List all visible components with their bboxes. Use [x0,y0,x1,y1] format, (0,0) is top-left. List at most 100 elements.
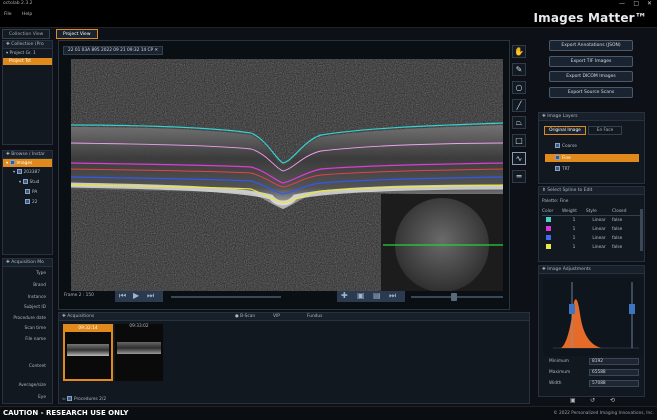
hand-tool-icon[interactable]: ✋ [512,45,526,58]
color-swatch[interactable] [546,226,551,231]
maximize-icon[interactable]: □ [633,0,639,7]
style-cell: Linear [592,245,606,250]
adjust-toolbar: ▣ ↺ ⟲ [568,397,628,405]
tab-close-icon[interactable]: ✕ [155,48,159,53]
polygon-tool-icon[interactable]: ⏢ [512,116,526,129]
tab-original-image[interactable]: Original Image [544,126,586,135]
spline-table: Color Weight Style Closed 1 Linear false 1 Line… [542,209,640,252]
color-swatch[interactable] [546,235,551,240]
table-body: 1 Linear false 1 Linear false 1 Linear false 1 Lin… [542,216,640,252]
line-tool-icon[interactable]: ╱ [512,99,526,112]
zoom-out-icon[interactable]: ▤ [373,291,381,300]
skip-forward-icon[interactable]: ⏭ [147,291,154,301]
table-row[interactable]: 1 Linear false [542,243,640,252]
meta-instance: Instance [27,295,46,300]
tree-item-project-tst[interactable]: Project Tst [3,58,52,65]
color-swatch[interactable] [546,217,551,222]
closed-cell: false [612,218,623,223]
minimize-icon[interactable]: — [619,0,625,7]
tab-project-view[interactable]: Project View [56,29,98,39]
radio-fundus[interactable]: Fundus [307,314,322,319]
min-handle[interactable] [569,304,575,314]
layer-tool-icon[interactable]: ═ [512,170,526,183]
play-icon[interactable]: ▶ [133,291,139,300]
fundus-inset[interactable] [381,194,503,291]
export-annotations-button[interactable]: Export Annotations (JSON) [549,40,633,51]
tree-item-22[interactable]: 22 [3,197,52,207]
export-dicom-button[interactable]: Export DICOM Images [549,71,633,82]
zoom-slider[interactable] [411,293,503,301]
skip-back-icon[interactable]: ⏮ [119,291,126,301]
menu-help[interactable]: Help [22,12,32,17]
layer-trt[interactable]: TRT [555,166,570,172]
tree-item-pa[interactable]: PA [3,187,52,197]
zoom-fit-icon[interactable]: ▣ [357,291,365,300]
max-handle[interactable] [629,304,635,314]
circle-tool-icon[interactable]: ○ [512,81,526,94]
meta-scan-time: Scan time [24,326,46,331]
copyright-text: © 2022 Personalized Imaging Innovations,… [553,411,654,416]
checkbox-icon[interactable] [25,199,30,204]
pin-tool-icon[interactable]: ✎ [512,63,526,76]
thumbnail-1-time: 09:32:14 [65,326,111,332]
rectangle-tool-icon[interactable]: □ [512,134,526,147]
layer-coarse[interactable]: Coarse [555,143,577,149]
reset-view-icon[interactable]: ⏭ [389,291,396,301]
minimum-field[interactable]: 8192 [589,358,639,365]
closed-cell: false [612,245,623,250]
histogram[interactable] [543,278,643,356]
layer-fine[interactable]: Fine [545,154,639,162]
undo-icon[interactable]: ⟲ [610,397,615,404]
color-swatch[interactable] [546,244,551,249]
reset-icon[interactable]: ↺ [590,397,595,404]
table-row[interactable]: 1 Linear false [542,225,640,234]
zoom-in-icon[interactable]: ✚ [341,291,348,300]
tree-item-images[interactable]: ▾ Images [3,159,52,167]
tree-item-stud[interactable]: ▾ Stud [3,177,52,187]
checkbox-icon[interactable] [555,166,560,171]
spline-header: ⬆ Select Spline to Edit [539,187,644,195]
tab-en-face[interactable]: En Face [588,126,622,135]
browse-panel: ✚ Browse / Instar ▾ Images ▾ 203387 ▾ St… [2,150,53,255]
radio-vip[interactable]: VIP [273,314,280,319]
tree-item-203387[interactable]: ▾ 203387 [3,167,52,177]
checkbox-icon[interactable] [555,143,560,148]
palette-label: Palette: Fine [542,199,569,204]
image-layers-header: ✚ Image Layers [539,113,644,121]
meta-type: Type [36,271,46,276]
thumbnail-2[interactable]: 09:33:02 [115,324,163,381]
close-icon[interactable]: ✕ [647,0,652,7]
export-tif-button[interactable]: Export TIF Images [549,56,633,67]
frame-label: Frame 2 : 150 [64,293,94,298]
radio-bscan[interactable]: ● B-Scan [235,314,255,319]
checkbox-icon[interactable] [9,160,15,165]
scan-tab[interactable]: 22 01 03A 895 2022 09 21 09:32 14 CP ✕ [63,46,164,55]
thumbnail-2-image [117,342,161,354]
spline-tool-icon[interactable]: ∿ [512,152,526,165]
tab-collection-view[interactable]: Collection View [2,29,51,39]
oct-bscan[interactable] [71,59,503,291]
thumbnail-1[interactable]: 09:32:14 [63,324,113,381]
weight-cell: 1 [572,236,576,241]
menu-file[interactable]: File [4,12,12,17]
table-scrollbar[interactable] [640,209,643,251]
image-layers-panel: ✚ Image Layers Original Image En Face Co… [538,112,645,184]
frame-slider[interactable] [171,296,281,298]
checkbox-icon[interactable] [16,169,22,174]
checkbox-icon[interactable] [555,155,560,160]
checkbox-icon[interactable] [22,179,28,184]
acquisitions-panel: ✚ Acquisitions ● B-Scan VIP Fundus 09:32… [58,312,530,404]
brand-logo: Images Matter™ [533,11,647,25]
checkbox-icon[interactable] [66,396,72,401]
table-row[interactable]: 1 Linear false [542,234,640,243]
maximum-field[interactable]: 65588 [589,369,639,376]
playback-controls: ⏮ ▶ ⏭ [115,291,163,302]
export-source-scans-button[interactable]: Export Source Scans [549,87,633,98]
checkbox-icon[interactable] [25,189,30,194]
zoom-slider-handle[interactable] [451,293,457,301]
style-cell: Linear [592,218,606,223]
screenshot-icon[interactable]: ▣ [570,397,576,404]
width-field[interactable]: 57088 [589,380,639,387]
tree-item-project-gr[interactable]: ▾ Project Gr. 1 [3,49,52,58]
table-row[interactable]: 1 Linear false [542,216,640,225]
